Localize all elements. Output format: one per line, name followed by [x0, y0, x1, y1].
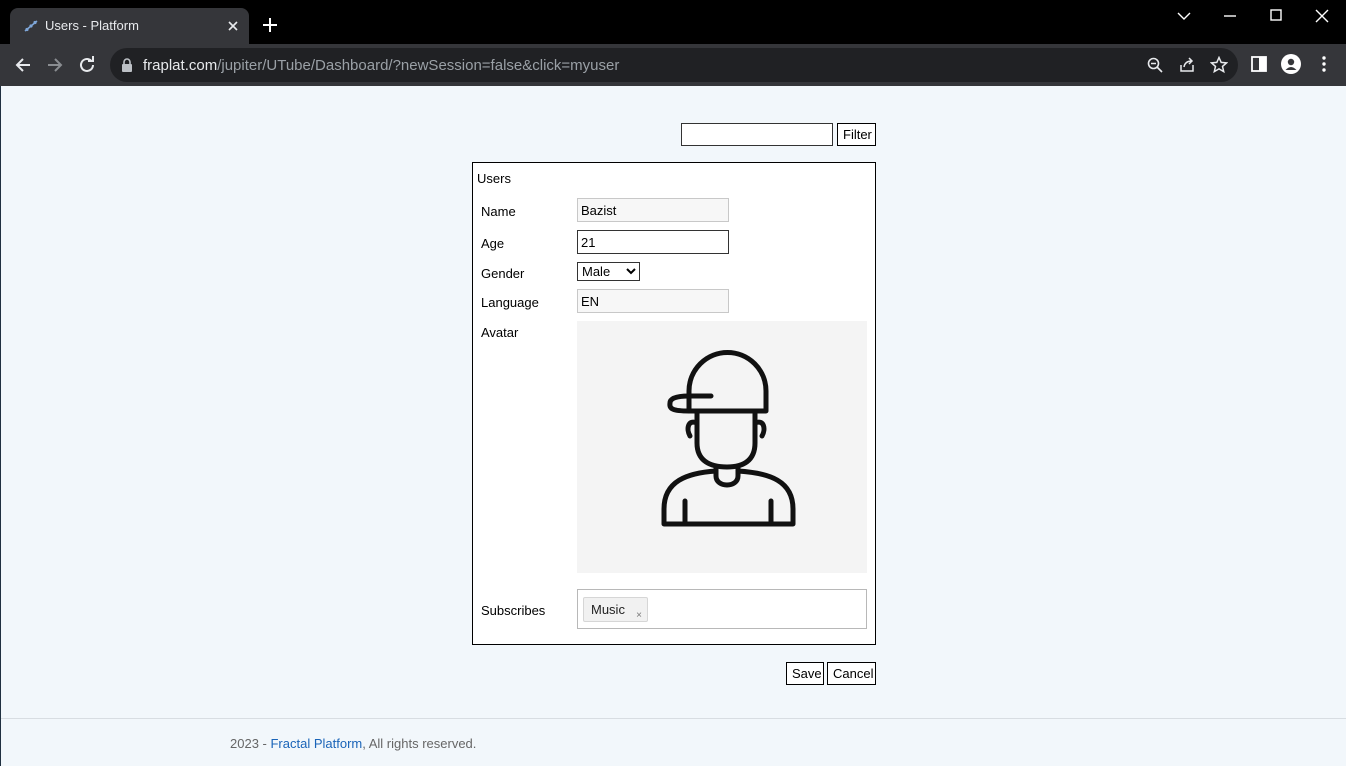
age-field[interactable]	[577, 230, 729, 254]
name-field[interactable]	[577, 198, 729, 222]
arrow-right-icon[interactable]	[44, 54, 66, 76]
users-form: Users Name Age Gender Male Language Avat…	[472, 162, 876, 645]
gender-select[interactable]: Male	[577, 262, 640, 281]
avatar-image[interactable]	[577, 321, 867, 573]
profile-icon[interactable]	[1281, 54, 1301, 74]
maximize-icon[interactable]	[1266, 6, 1286, 26]
footer-divider	[1, 718, 1346, 719]
save-button[interactable]: Save	[786, 662, 824, 685]
share-icon[interactable]	[1178, 56, 1196, 74]
footer-year: 2023 -	[230, 736, 271, 751]
subscribe-tag-music: Music ×	[583, 597, 648, 622]
kebab-menu-icon[interactable]	[1314, 54, 1334, 74]
filter-input[interactable]	[681, 123, 833, 146]
browser-toolbar: fraplat.com/jupiter/UTube/Dashboard/?new…	[0, 44, 1346, 86]
lock-icon[interactable]	[121, 58, 133, 72]
footer-rights: , All rights reserved.	[362, 736, 477, 751]
minimize-icon[interactable]	[1220, 6, 1240, 26]
star-icon[interactable]	[1210, 56, 1228, 74]
arrow-left-icon[interactable]	[12, 54, 34, 76]
page-content: Filter Users Name Age Gender Male Langua…	[0, 86, 1346, 766]
age-label: Age	[481, 236, 505, 251]
footer-link-fractal-platform[interactable]: Fractal Platform	[270, 736, 362, 751]
language-label: Language	[481, 295, 539, 310]
reload-icon[interactable]	[76, 54, 98, 76]
filter-button[interactable]: Filter	[837, 123, 876, 146]
gender-label: Gender	[481, 266, 525, 281]
url-path: /jupiter/UTube/Dashboard/?newSession=fal…	[217, 57, 620, 74]
address-bar[interactable]: fraplat.com/jupiter/UTube/Dashboard/?new…	[110, 48, 1238, 82]
fractal-favicon-icon	[24, 20, 38, 32]
zoom-icon[interactable]	[1146, 56, 1164, 74]
tab-title: Users - Platform	[45, 18, 139, 33]
avatar-label: Avatar	[481, 325, 519, 340]
url-text: fraplat.com/jupiter/UTube/Dashboard/?new…	[143, 57, 619, 74]
subscribes-tag-input[interactable]: Music ×	[577, 589, 867, 629]
url-domain: fraplat.com	[143, 57, 218, 74]
cancel-button[interactable]: Cancel	[827, 662, 876, 685]
side-panel-icon[interactable]	[1249, 54, 1269, 74]
subscribes-label: Subscribes	[481, 603, 546, 618]
browser-titlebar: Users - Platform	[0, 0, 1346, 44]
avatar-user-cap-icon	[661, 350, 796, 527]
tag-remove-icon[interactable]: ×	[636, 604, 642, 627]
footer: 2023 - Fractal Platform, All rights rese…	[230, 736, 476, 751]
close-icon[interactable]	[224, 17, 242, 35]
window-close-icon[interactable]	[1312, 6, 1332, 26]
chevron-down-icon[interactable]	[1174, 6, 1194, 26]
browser-tab-active[interactable]: Users - Platform	[10, 8, 249, 44]
plus-icon[interactable]	[260, 15, 280, 35]
language-field[interactable]	[577, 289, 729, 313]
name-label: Name	[481, 204, 516, 219]
form-title: Users	[477, 171, 511, 186]
tag-label: Music	[591, 602, 625, 617]
